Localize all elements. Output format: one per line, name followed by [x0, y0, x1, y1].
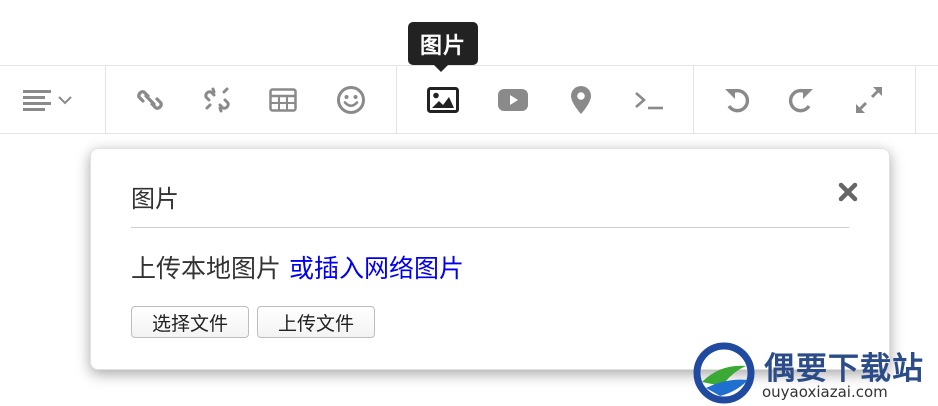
code-button[interactable] [629, 80, 669, 120]
emoji-icon [337, 86, 365, 114]
toolbar-separator [693, 66, 694, 133]
choose-file-button[interactable]: 选择文件 [131, 306, 249, 338]
dialog-divider [131, 227, 849, 228]
undo-icon [725, 88, 750, 113]
watermark-logo-icon [693, 342, 755, 404]
fullscreen-icon [855, 86, 883, 114]
watermark-url: ouyaoxiazai.com [762, 383, 888, 401]
close-icon [838, 182, 858, 202]
image-icon [427, 87, 459, 113]
editor-toolbar [0, 65, 938, 134]
undo-button[interactable] [717, 80, 757, 120]
image-tooltip: 图片 [408, 22, 478, 65]
watermark: 偶要下载站 ouyaoxiazai.com [692, 340, 938, 406]
tooltip-arrow [433, 64, 449, 72]
video-button[interactable] [493, 80, 533, 120]
upload-file-button[interactable]: 上传文件 [257, 306, 375, 338]
upload-local-label: 上传本地图片 [131, 254, 282, 283]
toolbar-separator [396, 66, 397, 133]
link-button[interactable] [130, 80, 170, 120]
image-button[interactable] [423, 80, 463, 120]
unlink-button[interactable] [197, 80, 237, 120]
align-left-icon [23, 90, 72, 111]
align-dropdown-button[interactable] [22, 80, 78, 120]
toolbar-separator [915, 66, 916, 133]
close-button[interactable] [835, 179, 861, 205]
emoji-button[interactable] [331, 80, 371, 120]
unlink-icon [204, 87, 230, 113]
redo-icon [788, 88, 813, 113]
watermark-brand: 偶要下载站 [764, 351, 924, 387]
code-icon [635, 92, 663, 110]
video-icon [498, 89, 528, 111]
dialog-title: 图片 [131, 185, 179, 213]
table-icon [269, 88, 297, 112]
image-dialog: 图片 上传本地图片 或插入网络图片 选择文件 上传文件 [90, 148, 890, 370]
insert-web-image-link[interactable]: 或插入网络图片 [289, 254, 464, 283]
redo-button[interactable] [781, 80, 821, 120]
table-button[interactable] [263, 80, 303, 120]
map-pin-icon [571, 86, 591, 114]
toolbar-separator [105, 66, 106, 133]
link-icon [137, 90, 163, 110]
upload-row: 上传本地图片 或插入网络图片 [131, 249, 464, 285]
map-button[interactable] [561, 80, 601, 120]
fullscreen-button[interactable] [849, 80, 889, 120]
